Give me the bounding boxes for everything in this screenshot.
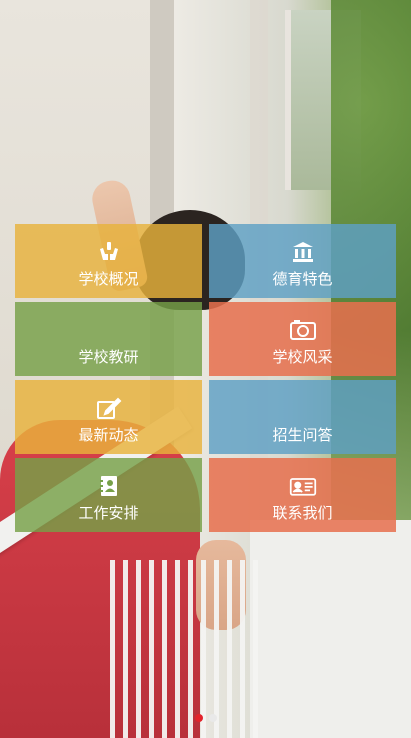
- edit-icon: [95, 394, 123, 422]
- tile-school-style[interactable]: 学校风采: [209, 302, 396, 376]
- hands-icon: [95, 238, 123, 266]
- photo-balusters: [110, 560, 260, 738]
- id-card-icon: [289, 472, 317, 500]
- tile-label: 德育特色: [272, 270, 333, 288]
- carousel-dot-active[interactable]: [194, 714, 203, 722]
- contact-book-icon: [95, 472, 123, 500]
- tile-school-overview[interactable]: 学校概况: [15, 224, 202, 298]
- tile-moral-education[interactable]: 德育特色: [209, 224, 396, 298]
- tile-label: 联系我们: [272, 504, 333, 522]
- tile-contact-us[interactable]: 联系我们: [209, 458, 396, 532]
- photo-floor: [250, 520, 411, 738]
- tile-latest-news[interactable]: 最新动态: [15, 380, 202, 454]
- carousel-dot[interactable]: [208, 714, 217, 722]
- building-icon: [289, 238, 317, 266]
- tile-school-research[interactable]: 学校教研: [15, 302, 202, 376]
- tile-label: 学校教研: [78, 348, 139, 366]
- carousel-indicator: [0, 714, 411, 722]
- tile-label: 学校风采: [272, 348, 333, 366]
- tile-work-schedule[interactable]: 工作安排: [15, 458, 202, 532]
- tile-label: 招生问答: [272, 426, 333, 444]
- camera-icon: [289, 316, 317, 344]
- tile-label: 最新动态: [78, 426, 139, 444]
- tile-label: 工作安排: [78, 504, 139, 522]
- tile-label: 学校概况: [78, 270, 139, 288]
- tile-admission-qa[interactable]: 招生问答: [209, 380, 396, 454]
